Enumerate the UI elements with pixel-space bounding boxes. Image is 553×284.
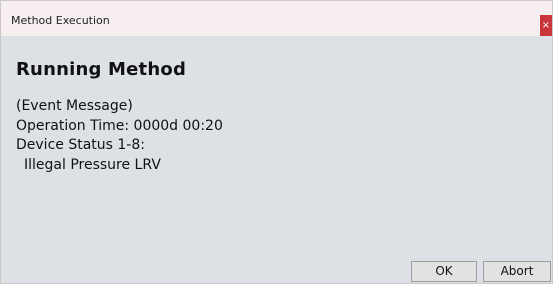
- device-status-value: Illegal Pressure LRV: [24, 157, 161, 173]
- device-status-line: Device Status 1-8:: [16, 137, 145, 153]
- close-button[interactable]: ×: [540, 15, 552, 37]
- method-execution-dialog: Method Execution × Running Method (Event…: [0, 0, 553, 284]
- title-bar: Method Execution ×: [1, 1, 552, 37]
- ok-button[interactable]: OK: [411, 261, 477, 282]
- dialog-heading: Running Method: [16, 59, 187, 80]
- operation-time-line: Operation Time: 0000d 00:20: [16, 118, 223, 134]
- event-message-line: (Event Message): [16, 98, 133, 114]
- abort-button[interactable]: Abort: [483, 261, 551, 282]
- dialog-content: Running Method (Event Message) Operation…: [1, 36, 552, 283]
- window-title: Method Execution: [11, 14, 110, 27]
- close-icon: ×: [541, 20, 551, 31]
